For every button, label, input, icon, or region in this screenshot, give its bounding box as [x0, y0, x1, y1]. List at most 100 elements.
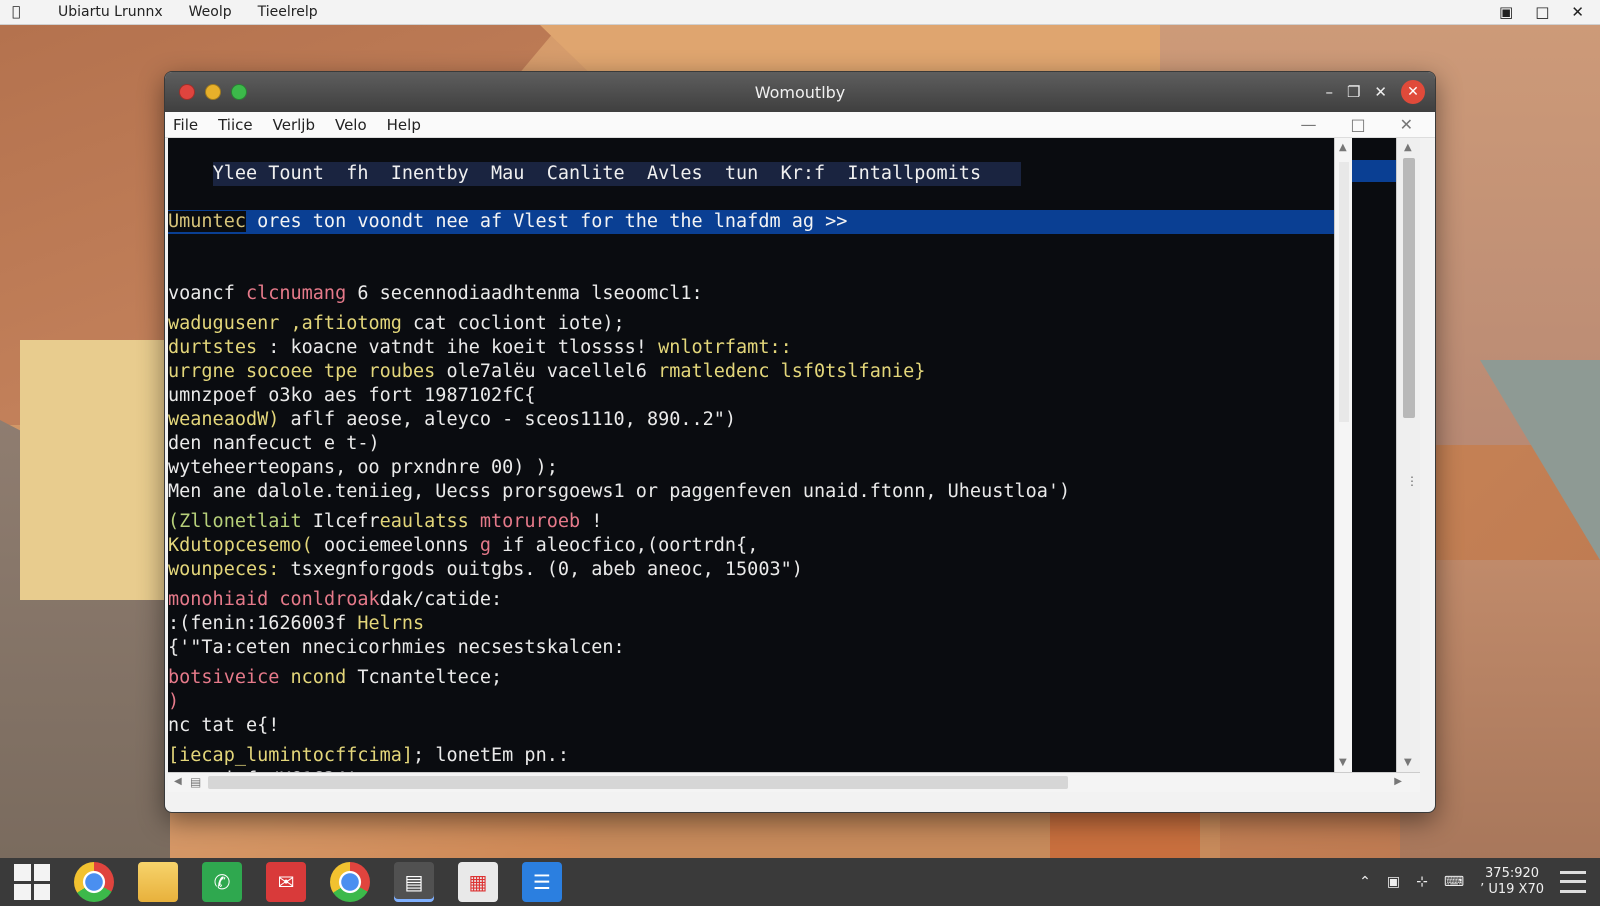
terminal-line[interactable]: umnzpoef o3ko aes fort 1987102fC{ [168, 384, 1334, 408]
terminal-line[interactable]: monohiaid conldroakdak/catide: [168, 588, 1334, 612]
terminal-line[interactable]: :(fenin:1626003f Helrns [168, 612, 1334, 636]
system-menu-bar:  Ubiartu Lrunnx Weolp Tieelrelp ▣ □ ✕ [0, 0, 1600, 25]
calendar-icon[interactable]: ▦ [458, 862, 498, 902]
chevron-up-icon[interactable]: ⌃ [1359, 874, 1371, 890]
close-icon[interactable]: ✕ [1571, 3, 1584, 21]
terminal-text-segment: den nanfecuct e t-) [168, 433, 380, 454]
terminal-line[interactable]: urrgne socoee tpe roubes ole7alëu vacell… [168, 360, 1334, 384]
terminal-line[interactable]: Men ane dalole.teniieg, Uecss prorsgoews… [168, 480, 1334, 504]
terminal-text-segment: ncond [290, 667, 358, 688]
terminal-text-segment: aflf aeose, aleyco - sceos1110, 890..2") [279, 409, 737, 430]
selected-line[interactable]: Umuntec ores ton voondt nee af Vlest for… [168, 210, 1334, 234]
terminal-line[interactable]: durtstes : koacne vatndt ihe koeit tloss… [168, 336, 1334, 360]
scroll-up-icon[interactable]: ▲ [1339, 142, 1347, 153]
start-menu-icon[interactable] [14, 864, 50, 900]
terminal-text-segment: urrgne socoee tpe roubes [168, 361, 447, 382]
topbar-menu-help[interactable]: Weolp [189, 4, 232, 20]
page-icon[interactable]: ▤ [190, 775, 201, 789]
terminal-text-segment: :(fenin:1626003f [168, 613, 358, 634]
minimize-window-button[interactable] [205, 84, 221, 100]
close-icon[interactable]: ✕ [1400, 115, 1413, 134]
keyboard-icon[interactable]: ⌨ [1444, 874, 1464, 890]
apple-logo-icon[interactable]:  [12, 4, 32, 20]
minimize-icon[interactable]: – [1325, 83, 1333, 101]
terminal-text-segment: wyteheerteopans, oo prxndnre 00) ); [168, 457, 558, 478]
terminal-line[interactable]: voancf clcnumang 6 secennodiaadhtenma ls… [168, 282, 1334, 306]
edge-icon[interactable]: ☰ [522, 862, 562, 902]
window-title: Womoutlby [754, 82, 846, 102]
terminal-tab-row[interactable]: Ylee Tount fh Inentby Mau Canlite Avles … [212, 162, 1022, 186]
outer-vertical-scrollbar[interactable]: ▲ ⋮ ▼ [1396, 138, 1420, 772]
menu-tools[interactable]: Velo [335, 116, 367, 134]
terminal-output[interactable]: Ylee Tount fh Inentby Mau Canlite Avles … [168, 138, 1334, 772]
terminal-text-segment: {'"Ta:ceten nnecicorhmies necsestskalcen… [168, 637, 625, 658]
terminal-text-segment: rmatledenc lsf0tslfanie} [658, 361, 926, 382]
scroll-up-icon[interactable]: ▲ [1404, 142, 1412, 153]
wallpaper-facet [20, 340, 165, 600]
scrollbar-thumb[interactable] [1339, 162, 1349, 422]
window-restore-icon[interactable]: □ [1535, 3, 1549, 21]
terminal-line[interactable]: wadugusenr ,aftiotomg cat cocliont iote)… [168, 312, 1334, 336]
system-clock[interactable]: 375:920 ’ U19 X70 [1480, 866, 1544, 898]
terminal-line[interactable]: [iecap_lumintocffcima]; lonetEm pn.: [168, 744, 1334, 768]
menu-view[interactable]: Verljb [273, 116, 315, 134]
scroll-down-icon[interactable]: ▼ [1404, 757, 1412, 768]
terminal-line[interactable]: wounpeces: tsxegnforgods ouitgbs. (0, ab… [168, 558, 1334, 582]
terminal-line[interactable]: Kdutopcesemo( oociemeelonns g if aleocfi… [168, 534, 1334, 558]
maximize-icon[interactable]: □ [1350, 115, 1365, 134]
terminal-line[interactable]: (Zllonetlait Ilcefreaulatss mtoruroeb ! [168, 510, 1334, 534]
terminal-text-segment: mtoruroeb [479, 511, 581, 532]
close-window-red-button[interactable]: ✕ [1401, 80, 1425, 104]
terminal-text-segment: voancf [168, 283, 246, 304]
menu-help[interactable]: Help [387, 116, 421, 134]
app-menu-bar: File Tiice Verljb Velo Help — □ ✕ [165, 112, 1435, 138]
terminal-line[interactable]: den nanfecuct e t-) [168, 432, 1334, 456]
menu-file[interactable]: File [173, 116, 198, 134]
folder-icon[interactable] [138, 862, 178, 902]
terminal-line[interactable]: wyteheerteopans, oo prxndnre 00) ); [168, 456, 1334, 480]
terminal-text-segment: [iecap_lumintocffcima] [168, 745, 414, 766]
terminal-line[interactable]: botsiveice ncond Tcnanteltece; [168, 666, 1334, 690]
scroll-grip-icon[interactable]: ⋮ [1406, 474, 1418, 488]
mail-icon[interactable]: ✉ [266, 862, 306, 902]
selected-line-text: ores ton voondt nee af Vlest for the the… [245, 211, 848, 232]
display-icon[interactable]: ▣ [1387, 874, 1400, 890]
clock-date: ’ U19 X70 [1480, 882, 1544, 897]
notification-center-icon[interactable] [1560, 871, 1586, 893]
document-icon[interactable]: ▤ [394, 862, 434, 902]
selected-line-prefix: Umuntec [168, 211, 246, 232]
restore-icon[interactable]: ❐ [1347, 83, 1360, 101]
topbar-menu-app[interactable]: Ubiartu Lrunnx [58, 4, 163, 20]
scrollbar-thumb[interactable] [1403, 158, 1415, 418]
terminal-line[interactable]: ) [168, 690, 1334, 714]
terminal-text-segment: dak/catide: [379, 589, 503, 610]
scrollbar-thumb[interactable] [208, 776, 1068, 789]
notification-icon[interactable]: ▣ [1499, 3, 1513, 21]
close-icon[interactable]: ✕ [1374, 83, 1387, 101]
terminal-text-segment: oociemeelonns [323, 535, 480, 556]
inner-vertical-scrollbar[interactable]: ▲ ▼ [1334, 138, 1352, 772]
phone-icon[interactable]: ✆ [202, 862, 242, 902]
menu-edit[interactable]: Tiice [218, 116, 253, 134]
minimize-icon[interactable]: — [1300, 115, 1316, 134]
terminal-text-segment: ! [580, 511, 603, 532]
terminal-text-segment: cat cocliont iote); [413, 313, 625, 334]
terminal-text-segment: Ilcefr [312, 511, 380, 532]
window-titlebar[interactable]: Womoutlby – ❐ ✕ ✕ [165, 72, 1435, 112]
network-icon[interactable]: ⊹ [1416, 874, 1428, 890]
terminal-line[interactable]: {'"Ta:ceten nnecicorhmies necsestskalcen… [168, 636, 1334, 660]
chrome-icon[interactable] [330, 862, 370, 902]
scroll-left-icon[interactable]: ◀ [174, 776, 182, 787]
topbar-menu-terminal[interactable]: Tieelrelp [258, 4, 318, 20]
terminal-line[interactable]: nc tat e{! [168, 714, 1334, 738]
terminal-text-segment: umnzpoef o3ko aes fort 1987102fC{ [168, 385, 536, 406]
terminal-line[interactable]: weaneaodW) aflf aeose, aleyco - sceos111… [168, 408, 1334, 432]
chrome-icon[interactable] [74, 862, 114, 902]
maximize-window-button[interactable] [231, 84, 247, 100]
terminal-text-segment: Men ane dalole.teniieg, Uecss prorsgoews… [168, 481, 1071, 502]
horizontal-scrollbar[interactable]: ◀ ▤ ▶ [168, 772, 1420, 792]
close-window-button[interactable] [179, 84, 195, 100]
scroll-right-icon[interactable]: ▶ [1394, 776, 1402, 787]
scroll-down-icon[interactable]: ▼ [1339, 757, 1347, 768]
terminal-side-pane [1352, 138, 1396, 772]
